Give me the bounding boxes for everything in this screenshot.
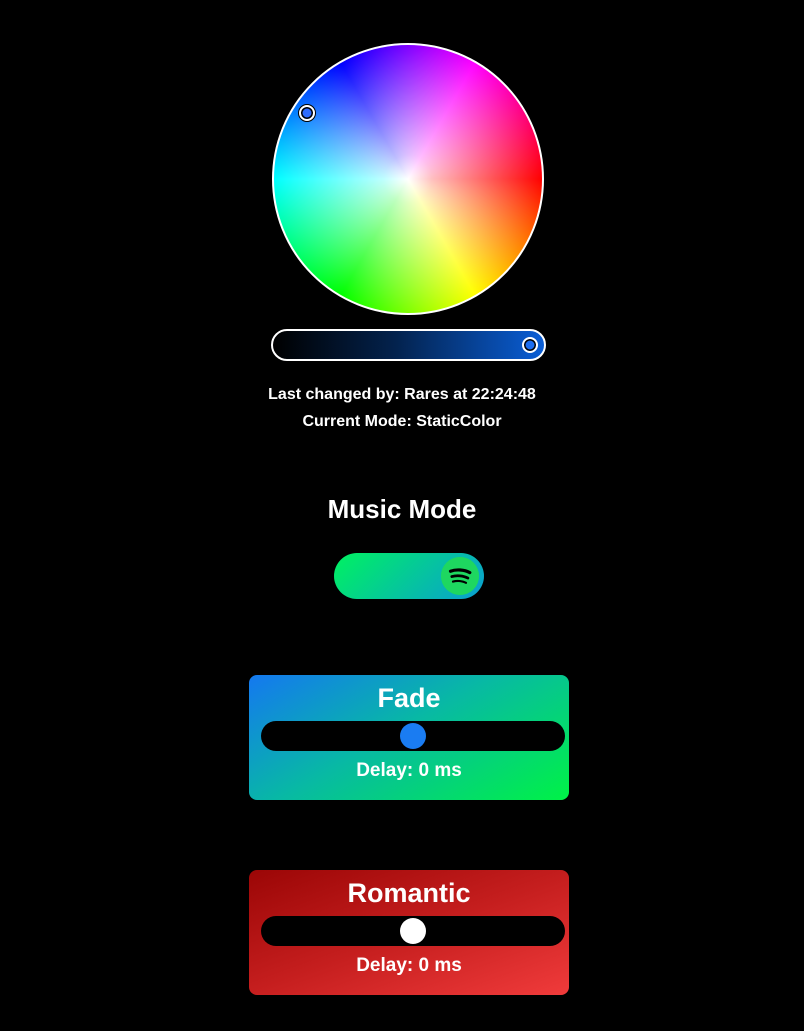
current-mode-text: Current Mode: StaticColor [302, 413, 502, 430]
brightness-slider-handle[interactable] [522, 337, 538, 353]
romantic-mode-title: Romantic [347, 878, 471, 908]
fade-mode-card[interactable]: Fade Delay: 0 ms [249, 675, 569, 800]
spotify-icon[interactable] [441, 557, 479, 595]
color-wheel-handle[interactable] [299, 105, 315, 121]
last-changed-text: Last changed by: Rares at 22:24:48 [268, 386, 536, 403]
fade-delay-label: Delay: 0 ms [356, 760, 462, 781]
page: Last changed by: Rares at 22:24:48 Curre… [0, 0, 804, 1031]
romantic-delay-label: Delay: 0 ms [356, 955, 462, 976]
fade-mode-title: Fade [377, 683, 441, 713]
music-mode-title: Music Mode [327, 494, 477, 524]
color-wheel[interactable] [272, 43, 544, 315]
romantic-mode-card[interactable]: Romantic Delay: 0 ms [249, 870, 569, 995]
fade-delay-slider-thumb[interactable] [400, 723, 426, 749]
romantic-delay-slider-thumb[interactable] [400, 918, 426, 944]
brightness-slider[interactable] [271, 329, 546, 361]
